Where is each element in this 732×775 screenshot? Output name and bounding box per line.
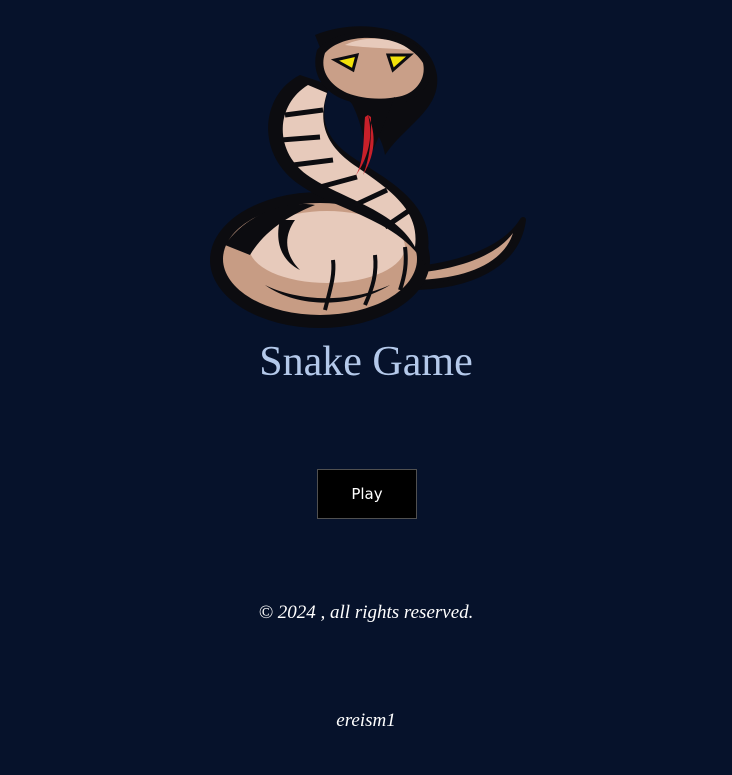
snake-logo-icon <box>205 15 530 335</box>
copyright-text: © 2024 , all rights reserved. <box>258 602 474 623</box>
play-button[interactable]: Play <box>317 469 417 519</box>
page-title: Snake Game <box>259 339 473 385</box>
author-credit: ereism1 <box>336 710 396 731</box>
